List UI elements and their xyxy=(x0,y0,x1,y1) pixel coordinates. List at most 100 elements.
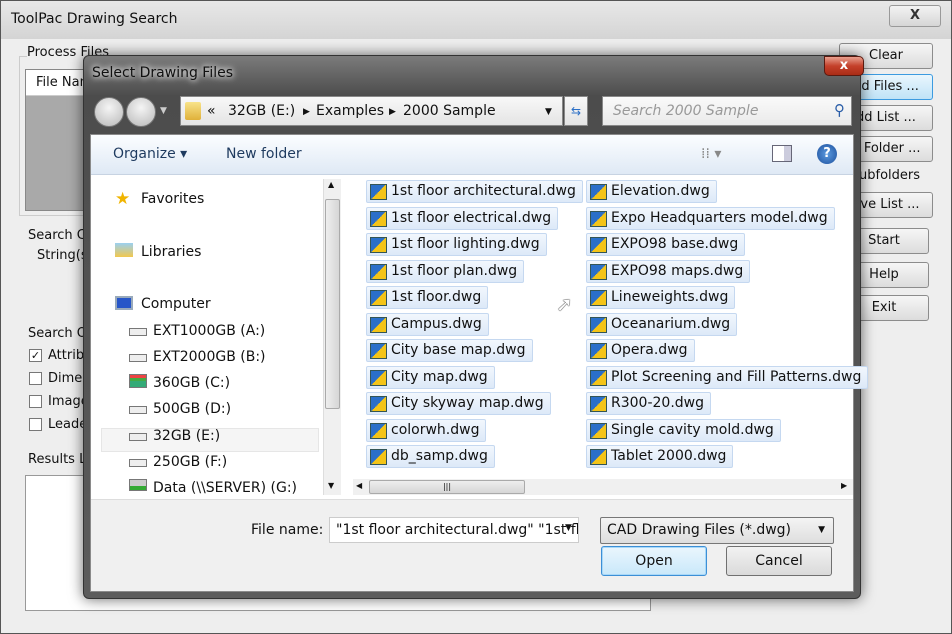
scroll-up-icon[interactable]: ▲ xyxy=(328,180,334,189)
file-name-input[interactable]: "1st floor architectural.dwg" "1st fl xyxy=(329,517,579,543)
chevron-right-icon[interactable]: ▶ xyxy=(303,107,310,117)
file-item[interactable]: 1st floor plan.dwg xyxy=(366,259,525,283)
address-bar[interactable]: « 32GB (E:) ▶ Examples ▶ 2000 Sample ▼ xyxy=(180,96,563,126)
file-item[interactable]: Expo Headquarters model.dwg xyxy=(586,206,835,230)
scroll-thumb[interactable] xyxy=(325,199,340,409)
file-name: 1st floor architectural.dwg xyxy=(391,183,576,199)
drive-icon xyxy=(129,433,147,441)
history-dropdown-icon[interactable]: ▼ xyxy=(160,106,167,116)
scroll-down-icon[interactable]: ▼ xyxy=(328,481,334,490)
breadcrumb-examples[interactable]: Examples xyxy=(316,103,384,119)
nav-drive-d[interactable]: 500GB (D:) xyxy=(153,401,231,417)
preview-pane-icon[interactable] xyxy=(772,145,792,162)
dwg-file-icon xyxy=(370,210,387,227)
dwg-file-icon xyxy=(590,210,607,227)
scroll-right-icon[interactable]: ▶ xyxy=(841,481,847,490)
dwg-file-icon xyxy=(590,263,607,280)
dwg-file-icon xyxy=(590,343,607,359)
file-item[interactable]: EXPO98 maps.dwg xyxy=(586,259,751,283)
file-name: db_samp.dwg xyxy=(391,448,488,464)
file-item[interactable]: City map.dwg xyxy=(366,365,495,389)
file-name: Tablet 2000.dwg xyxy=(611,448,727,464)
file-name: colorwh.dwg xyxy=(391,421,480,438)
chevron-right-icon[interactable]: ▶ xyxy=(389,107,396,117)
back-button[interactable] xyxy=(94,97,124,127)
search-icon[interactable]: ⚲ xyxy=(834,101,845,119)
scroll-left-icon[interactable]: ◀ xyxy=(356,481,362,490)
breadcrumb-overflow[interactable]: « xyxy=(207,103,216,119)
cancel-button[interactable]: Cancel xyxy=(726,546,832,576)
leader-checkbox[interactable] xyxy=(29,418,42,431)
file-item[interactable]: EXPO98 base.dwg xyxy=(586,233,746,256)
file-name: 1st floor plan.dwg xyxy=(391,262,518,279)
file-item[interactable]: Elevation.dwg xyxy=(586,180,717,203)
drive-icon xyxy=(129,406,147,414)
nav-computer[interactable]: Computer xyxy=(141,296,211,312)
nav-drive-a[interactable]: EXT1000GB (A:) xyxy=(153,323,265,339)
nav-favorites[interactable]: Favorites xyxy=(141,191,204,207)
dwg-file-icon xyxy=(370,396,387,412)
results-label: Results L xyxy=(28,452,87,467)
subfolders-checkbox-label[interactable]: ubfolders xyxy=(859,168,920,183)
nav-pane-scrollbar[interactable]: ▲ ▼ xyxy=(323,179,341,495)
file-name: EXPO98 base.dwg xyxy=(611,236,739,252)
image-checkbox[interactable] xyxy=(29,395,42,408)
organize-menu[interactable]: Organize ▾ xyxy=(113,146,187,162)
search-criteria-label: Search C xyxy=(28,228,86,243)
new-folder-button[interactable]: New folder xyxy=(226,146,302,162)
file-item[interactable]: Single cavity mold.dwg xyxy=(586,418,781,442)
file-item[interactable]: Opera.dwg xyxy=(586,339,695,362)
network-drive-icon xyxy=(129,479,147,491)
forward-button[interactable] xyxy=(126,97,156,127)
select-drawing-files-dialog: Select Drawing Files x ▼ « 32GB (E:) ▶ E… xyxy=(83,55,869,599)
file-name: Plot Screening and Fill Patterns.dwg xyxy=(611,368,862,385)
nav-drive-g[interactable]: Data (\\SERVER) (G:) xyxy=(153,480,297,496)
file-name-label: File name: xyxy=(251,522,324,538)
file-item[interactable]: 1st floor electrical.dwg xyxy=(366,206,559,230)
mouse-cursor-icon: ➚ xyxy=(556,292,573,316)
scroll-thumb[interactable]: ||| xyxy=(369,480,525,494)
breadcrumb-current[interactable]: 2000 Sample xyxy=(403,103,496,119)
file-list-view: 1st floor architectural.dwg 1st floor ele… xyxy=(356,180,869,480)
file-item[interactable]: Oceanarium.dwg xyxy=(586,312,738,336)
file-item[interactable]: Lineweights.dwg xyxy=(586,286,736,309)
file-item[interactable]: Tablet 2000.dwg xyxy=(586,445,734,468)
file-type-select[interactable]: CAD Drawing Files (*.dwg) ▼ xyxy=(600,517,834,544)
dimension-checkbox[interactable] xyxy=(29,372,42,385)
breadcrumb-drive[interactable]: 32GB (E:) xyxy=(228,103,295,119)
chevron-down-icon[interactable]: ▼ xyxy=(545,107,552,117)
chevron-down-icon[interactable]: ▼ xyxy=(565,523,572,533)
dialog-close-button[interactable]: x xyxy=(824,56,864,76)
nav-drive-e[interactable]: 32GB (E:) xyxy=(153,428,220,444)
file-item[interactable]: City base map.dwg xyxy=(366,339,533,362)
open-button[interactable]: Open xyxy=(601,546,707,576)
file-item[interactable]: colorwh.dwg xyxy=(366,418,487,442)
file-item[interactable]: R300-20.dwg xyxy=(586,392,711,415)
dwg-file-icon xyxy=(370,449,387,465)
file-item[interactable]: City skyway map.dwg xyxy=(366,392,551,415)
nav-drive-f[interactable]: 250GB (F:) xyxy=(153,454,227,470)
nav-drive-b[interactable]: EXT2000GB (B:) xyxy=(153,349,266,365)
refresh-icon[interactable]: ⇆ xyxy=(564,96,588,126)
nav-libraries[interactable]: Libraries xyxy=(141,244,201,260)
view-options-icon[interactable]: ⁞⁞ ▾ xyxy=(701,146,721,162)
search-input[interactable]: Search 2000 Sample ⚲ xyxy=(602,96,852,126)
file-name: Elevation.dwg xyxy=(611,183,710,199)
file-item[interactable]: 1st floor lighting.dwg xyxy=(366,233,547,256)
help-icon[interactable]: ? xyxy=(817,144,837,164)
file-item[interactable]: Campus.dwg xyxy=(366,312,489,336)
dwg-file-icon xyxy=(590,290,607,306)
file-list-horizontal-scrollbar[interactable]: ◀ ||| ▶ xyxy=(353,479,853,495)
dwg-file-icon xyxy=(590,184,607,200)
file-item[interactable]: 1st floor architectural.dwg xyxy=(366,180,583,203)
dwg-file-icon xyxy=(590,369,607,386)
file-name: 1st floor electrical.dwg xyxy=(391,209,552,226)
window-close-button[interactable]: X xyxy=(889,5,941,27)
file-item[interactable]: db_samp.dwg xyxy=(366,445,495,468)
file-item[interactable]: 1st floor.dwg xyxy=(366,286,489,309)
file-name: City skyway map.dwg xyxy=(391,395,544,411)
file-item[interactable]: Plot Screening and Fill Patterns.dwg xyxy=(586,365,869,389)
attribute-checkbox[interactable]: ✓ xyxy=(29,349,42,362)
system-drive-icon xyxy=(129,374,147,388)
nav-drive-c[interactable]: 360GB (C:) xyxy=(153,375,230,391)
